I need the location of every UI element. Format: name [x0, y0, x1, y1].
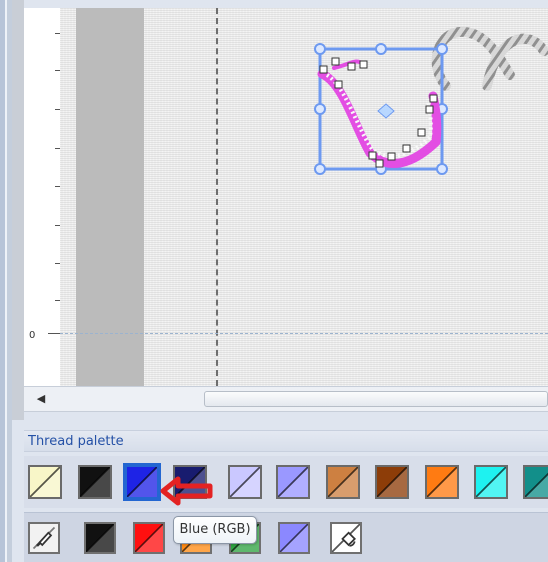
thread-palette [24, 456, 548, 508]
tan-thread[interactable] [326, 465, 360, 499]
vertical-ruler: 0 [24, 8, 74, 393]
ruler-zero-label: 0 [29, 330, 36, 341]
scroll-thumb[interactable] [204, 391, 548, 407]
lavender-thread[interactable] [228, 465, 262, 499]
periwinkle-thread[interactable] [276, 465, 310, 499]
thread-palette-title: Thread palette [24, 430, 548, 452]
teal-thread[interactable] [523, 465, 548, 499]
orange-thread[interactable] [425, 465, 459, 499]
brown-thread[interactable] [375, 465, 409, 499]
pale-yellow-thread[interactable] [28, 465, 62, 499]
cyan-thread[interactable] [474, 465, 508, 499]
black-thread-button[interactable] [84, 522, 116, 554]
red-arrow-icon [160, 476, 213, 506]
stitch-centerline [325, 73, 433, 159]
periwinkle-thread-button[interactable] [278, 522, 310, 554]
horizontal-scrollbar[interactable]: ◀ [24, 386, 548, 412]
scroll-left-button[interactable]: ◀ [32, 391, 50, 407]
black-thread[interactable] [78, 465, 112, 499]
left-panel-edge [12, 0, 24, 420]
design-canvas[interactable] [60, 8, 548, 386]
selected-stitch-object[interactable] [60, 8, 548, 386]
red-thread-button[interactable] [133, 522, 165, 554]
thread-tools-toolbar [24, 512, 548, 562]
fill-bucket-icon[interactable] [330, 522, 362, 554]
thread-color-tooltip: Blue (RGB) [173, 516, 257, 544]
pick-color-icon[interactable] [28, 522, 60, 554]
window-left-edge [0, 0, 12, 562]
embroidery-editor-window: 0 ◀ Thread palette Blue (RGB) [0, 0, 548, 562]
blue-thread[interactable] [123, 463, 161, 501]
